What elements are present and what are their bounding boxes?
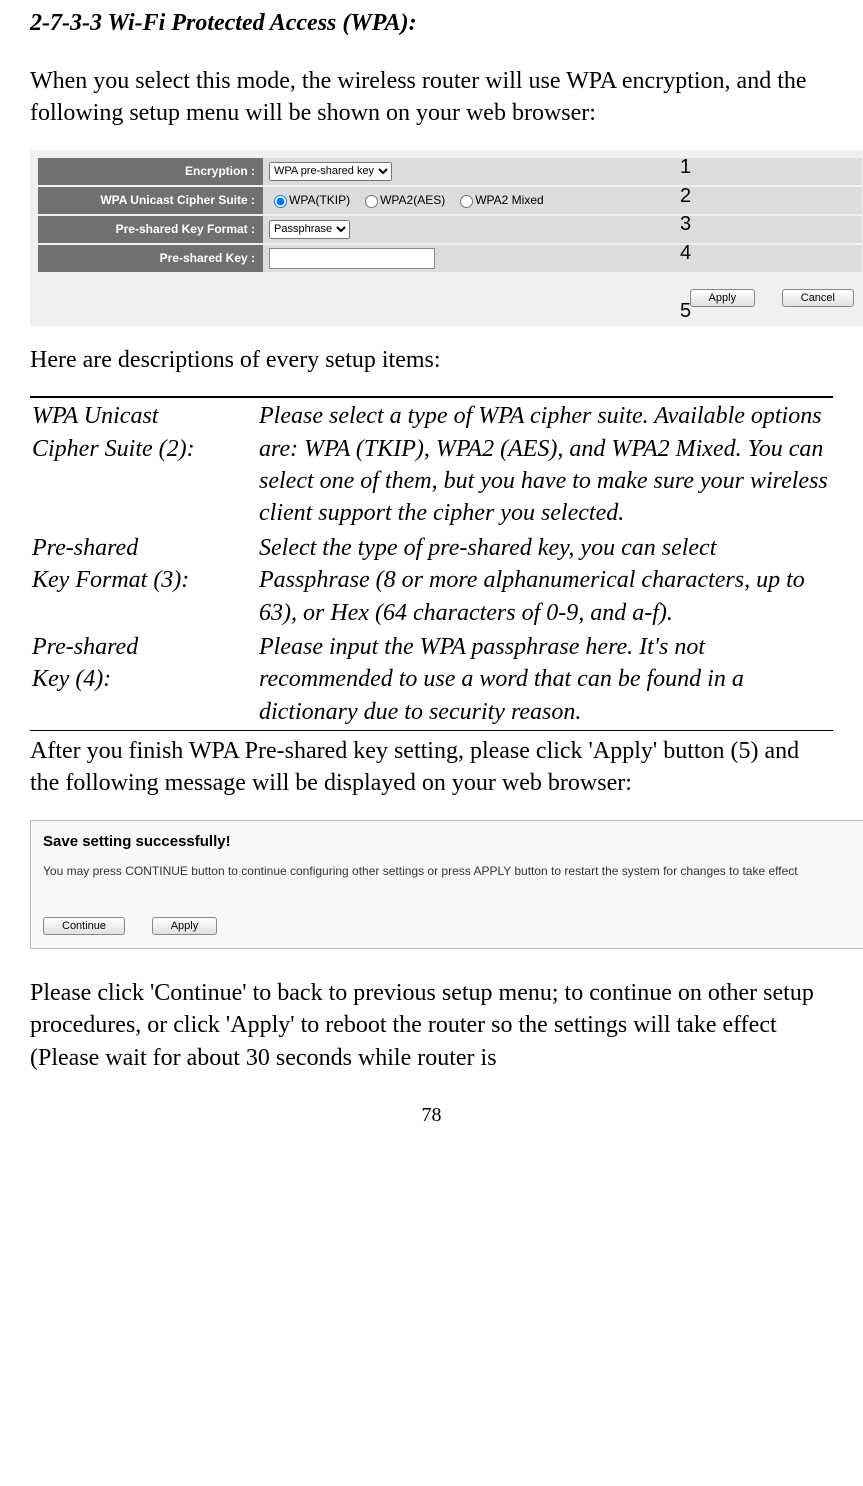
label-psk: Pre-shared Key : xyxy=(38,245,263,272)
after-desc-text: After you finish WPA Pre-shared key sett… xyxy=(30,735,833,800)
closing-text: Please click 'Continue' to back to previ… xyxy=(30,977,833,1074)
label-encryption: Encryption : xyxy=(38,158,263,185)
section-title: 2-7-3-3 Wi-Fi Protected Access (WPA): xyxy=(30,10,833,37)
desc-heading: Here are descriptions of every setup ite… xyxy=(30,344,833,376)
page-number: 78 xyxy=(30,1104,833,1127)
value-cipher: WPA(TKIP) WPA2(AES) WPA2 Mixed xyxy=(263,187,862,214)
value-encryption: WPA pre-shared key xyxy=(263,158,862,185)
desc-r3-c2: Please input the WPA passphrase here. It… xyxy=(259,631,831,728)
radio-label-aes: WPA2(AES) xyxy=(380,193,445,207)
label-cipher: WPA Unicast Cipher Suite : xyxy=(38,187,263,214)
callout-2: 2 xyxy=(680,185,691,208)
description-table: WPA UnicastCipher Suite (2): Please sele… xyxy=(30,396,833,731)
psk-format-select[interactable]: Passphrase xyxy=(269,220,350,239)
apply-button-2[interactable]: Apply xyxy=(152,917,218,935)
desc-r2-c2: Select the type of pre-shared key, you c… xyxy=(259,532,831,629)
callout-1: 1 xyxy=(680,156,691,179)
callout-3: 3 xyxy=(680,213,691,236)
intro-text: When you select this mode, the wireless … xyxy=(30,65,833,130)
row-psk-format: Pre-shared Key Format : Passphrase xyxy=(38,216,862,243)
cancel-button[interactable]: Cancel xyxy=(782,289,854,307)
radio-input-aes[interactable] xyxy=(365,195,378,208)
radio-input-mixed[interactable] xyxy=(460,195,473,208)
radio-wpa2-aes[interactable]: WPA2(AES) xyxy=(360,192,445,208)
desc-r3-c1: Pre-sharedKey (4): xyxy=(32,631,257,728)
wpa-config-panel: Encryption : WPA pre-shared key WPA Unic… xyxy=(30,150,863,326)
desc-r2-c1: Pre-sharedKey Format (3): xyxy=(32,532,257,629)
button-bar: Apply Cancel xyxy=(38,274,862,308)
value-psk xyxy=(263,245,862,272)
desc-r1-c1: WPA UnicastCipher Suite (2): xyxy=(32,400,257,530)
radio-wpa2-mixed[interactable]: WPA2 Mixed xyxy=(455,192,543,208)
save-message: You may press CONTINUE button to continu… xyxy=(43,864,857,878)
encryption-select[interactable]: WPA pre-shared key xyxy=(269,162,392,181)
row-encryption: Encryption : WPA pre-shared key xyxy=(38,158,862,185)
desc-r1-c2: Please select a type of WPA cipher suite… xyxy=(259,400,831,530)
psk-input[interactable] xyxy=(269,248,435,269)
radio-label-mixed: WPA2 Mixed xyxy=(475,193,543,207)
radio-label-tkip: WPA(TKIP) xyxy=(289,193,350,207)
save-title: Save setting successfully! xyxy=(43,833,857,850)
label-psk-format: Pre-shared Key Format : xyxy=(38,216,263,243)
radio-wpa-tkip[interactable]: WPA(TKIP) xyxy=(269,192,350,208)
radio-input-tkip[interactable] xyxy=(274,195,287,208)
apply-button[interactable]: Apply xyxy=(690,289,756,307)
row-cipher: WPA Unicast Cipher Suite : WPA(TKIP) WPA… xyxy=(38,187,862,214)
save-success-panel: Save setting successfully! You may press… xyxy=(30,820,863,949)
value-psk-format: Passphrase xyxy=(263,216,862,243)
callout-5: 5 xyxy=(680,300,691,323)
row-psk: Pre-shared Key : xyxy=(38,245,862,272)
callout-4: 4 xyxy=(680,242,691,265)
continue-button[interactable]: Continue xyxy=(43,917,125,935)
